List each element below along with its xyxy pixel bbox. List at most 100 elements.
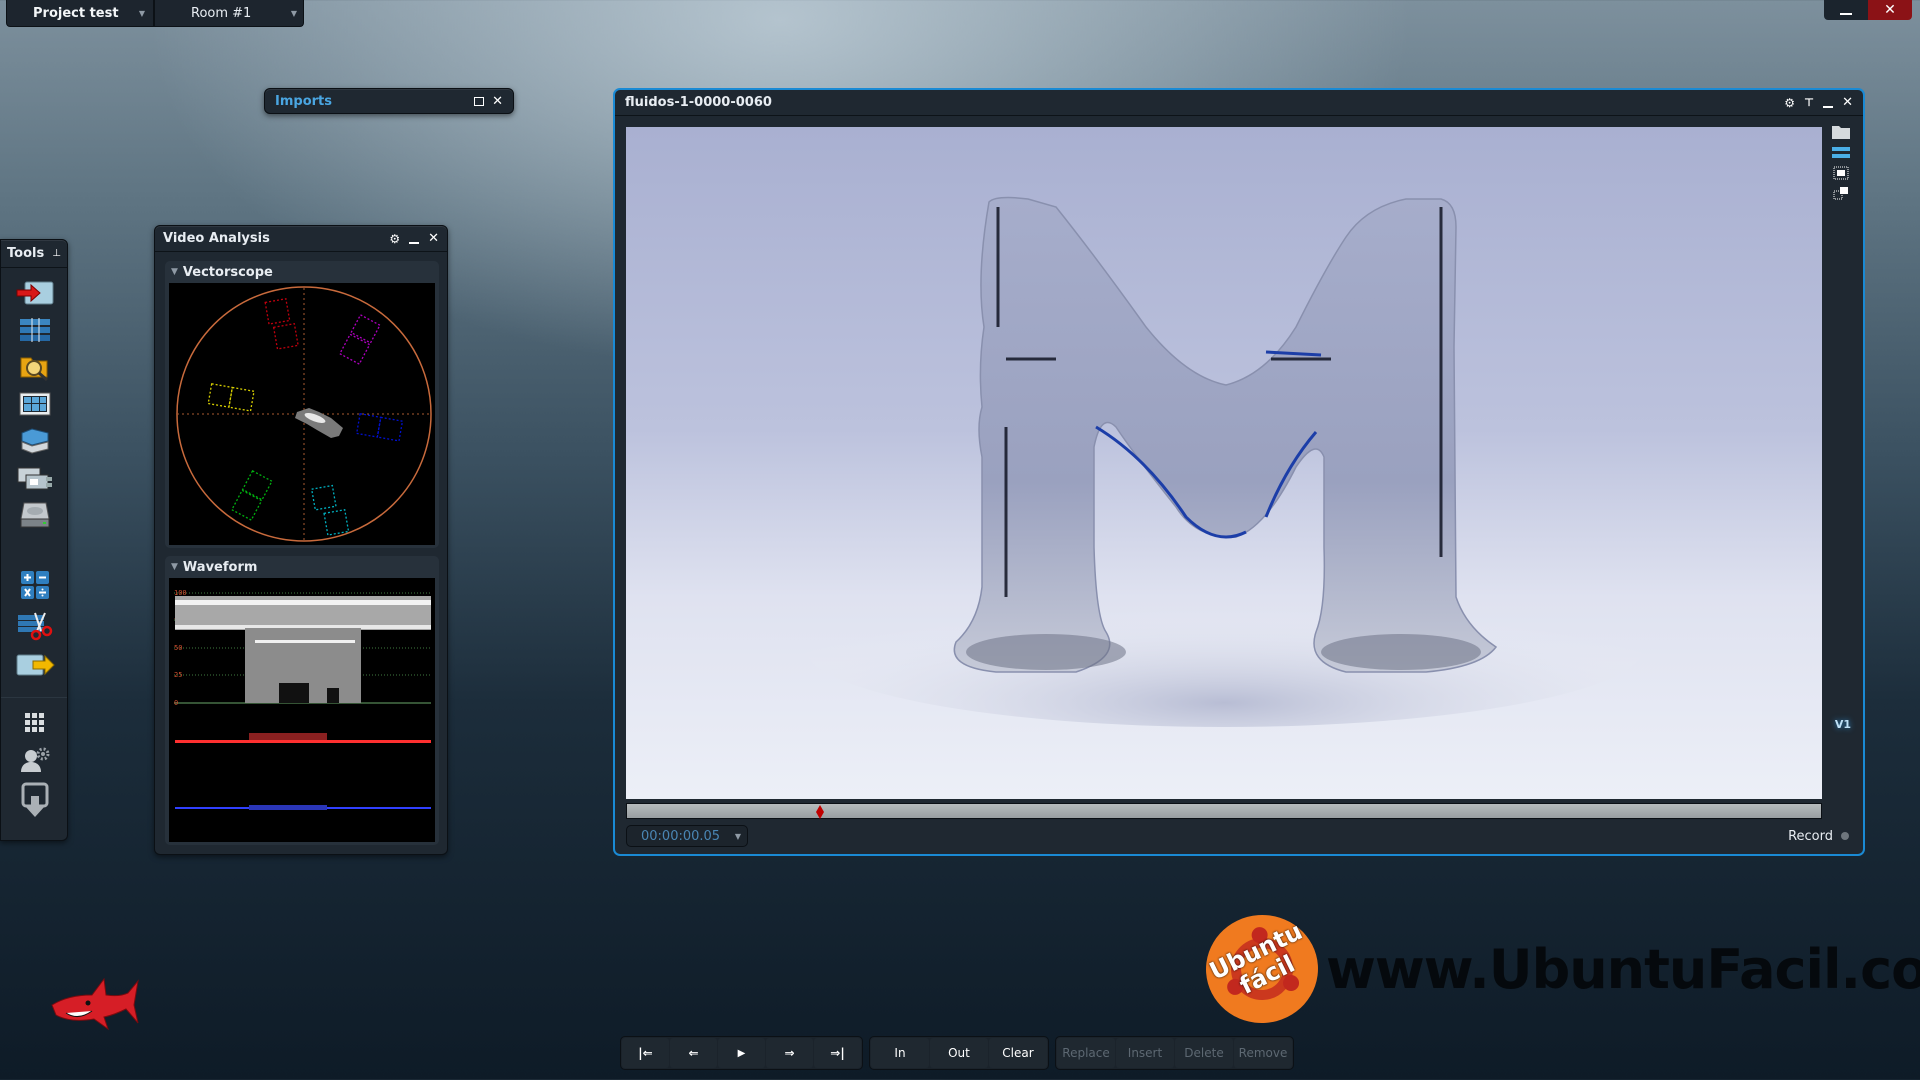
export-clip-icon [16,654,55,675]
collapse-triangle-icon: ▼ [171,562,178,572]
tool-disk-drive[interactable] [1,496,69,533]
go-to-start-button[interactable]: |⇐ [622,1038,669,1068]
minimize-icon[interactable] [1823,105,1834,108]
waveform-header[interactable]: ▼ Waveform [165,556,439,578]
capture-devices-icon [17,467,52,489]
waveform-title: Waveform [182,559,258,575]
storyboard-grid-icon [19,392,51,415]
go-to-end-button[interactable]: ⇒| [814,1038,861,1068]
pin-icon[interactable]: ⊤ [1804,96,1814,109]
imports-panel: Imports ✕ [264,88,514,114]
timecode-field[interactable]: 00:00:00.05 ▼ [626,825,748,847]
timeline-scrubber[interactable] [626,803,1822,819]
pin-icon[interactable]: ⊥ [52,248,61,259]
watermark: Ubuntu fácil www.UbuntuFacil.com [1202,911,1920,1027]
video-analysis-title: Video Analysis [163,231,270,246]
tool-calculator[interactable] [1,566,69,603]
close-icon[interactable]: ✕ [492,94,503,109]
maximize-icon[interactable] [474,96,485,106]
tool-timeline-bins[interactable] [1,311,69,348]
video-analysis-panel: Video Analysis ⚙ ✕ ▼ Vectorscope ▼ Wavef… [154,225,448,855]
remove-button[interactable]: Remove [1234,1038,1292,1068]
tool-browse-search[interactable] [1,348,69,385]
vectorscope-target-red [264,298,299,350]
close-icon[interactable]: ✕ [1842,95,1853,110]
room-select[interactable]: Room #1 ▼ [154,0,304,27]
storage-stack-icon [21,427,49,454]
imports-title: Imports [275,93,332,109]
close-icon[interactable]: ✕ [428,231,439,246]
transport-bar: |⇐ ⇐ ▶ ⇒ ⇒| In Out Clear Replace Insert … [620,1036,1294,1070]
vectorscope-header[interactable]: ▼ Vectorscope [165,261,439,283]
overlay-icon[interactable] [1833,186,1849,200]
user-settings-icon [21,747,50,772]
waveform-display: 100 75 50 25 0 [169,578,435,842]
playhead-marker[interactable] [816,805,825,819]
project-select[interactable]: Project test ▼ [6,0,154,27]
video-frame[interactable] [626,127,1822,799]
tool-cut-edit[interactable] [1,607,69,644]
close-button[interactable]: ✕ [1868,0,1912,20]
folder-search-icon [20,357,48,381]
mark-in-button[interactable]: In [871,1038,929,1068]
vectorscope-title: Vectorscope [182,264,273,280]
replace-button[interactable]: Replace [1057,1038,1115,1068]
layers-icon[interactable] [1831,146,1851,160]
minimize-button[interactable] [1824,0,1868,20]
viewer-window: fluidos-1-0000-0060 ⚙ ⊤ ✕ V1 00:00:00.05… [613,88,1865,856]
timeline-bins-icon [20,317,50,342]
minimize-icon[interactable] [409,241,420,244]
vectorscope-target-green [230,470,273,521]
tool-user-settings[interactable] [1,741,69,778]
clear-marks-button[interactable]: Clear [989,1038,1047,1068]
settings-gear-icon[interactable]: ⚙ [389,232,400,246]
record-toggle[interactable]: Record [1788,825,1849,847]
calculator-icon [21,570,49,599]
step-back-button[interactable]: ⇐ [670,1038,717,1068]
waveform-scale-label: 25 [174,671,182,679]
chevron-down-icon: ▼ [734,831,741,841]
tool-storage-stack[interactable] [1,422,69,459]
transport-edit-group: Replace Insert Delete Remove [1055,1036,1294,1070]
vectorscope-trace [295,408,343,438]
tool-grid-view[interactable] [1,704,69,741]
insert-button[interactable]: Insert [1116,1038,1174,1068]
vectorscope-display [169,283,435,545]
tool-export-clip[interactable] [1,646,69,683]
vectorscope-target-blue [355,412,404,442]
record-indicator-icon [1841,832,1849,840]
watermark-url: www.UbuntuFacil.com [1326,937,1920,1001]
waveform-luma-trace [175,596,431,703]
tool-import-clip[interactable] [1,274,69,311]
ubuntu-facil-logo: Ubuntu fácil [1202,911,1322,1027]
delete-button[interactable]: Delete [1175,1038,1233,1068]
play-icon: ▶ [737,1047,746,1059]
viewer-title: fluidos-1-0000-0060 [625,95,772,110]
step-forward-button[interactable]: ⇒ [766,1038,813,1068]
waveform-scale-label: 100 [174,589,187,597]
waveform-red-trace [175,733,431,743]
tool-download-output[interactable] [1,778,69,822]
vectorscope-target-yellow [207,383,255,412]
video-content-letter-m [804,196,1644,727]
shark-icon [51,977,139,1031]
safe-area-icon[interactable] [1833,166,1849,180]
mark-out-button[interactable]: Out [930,1038,988,1068]
window-controls: ✕ [1824,0,1912,20]
tool-capture-devices[interactable] [1,459,69,496]
shark-logo [48,975,140,1035]
transport-marks-group: In Out Clear [869,1036,1049,1070]
track-label-v1[interactable]: V1 [1835,718,1851,731]
chevron-down-icon: ▼ [138,8,145,18]
project-bar: Project test ▼ Room #1 ▼ [6,0,304,27]
tools-panel: Tools ⊥ [0,239,68,841]
chevron-down-icon: ▼ [290,8,297,18]
settings-gear-icon[interactable]: ⚙ [1784,96,1795,110]
folder-icon[interactable] [1831,124,1851,140]
tool-storyboard-grid[interactable] [1,385,69,422]
go-to-start-icon: |⇐ [638,1046,653,1060]
close-icon: ✕ [1884,2,1896,18]
play-button[interactable]: ▶ [718,1038,765,1068]
vectorscope-graph [176,286,432,542]
vectorscope-target-cyan [310,484,350,536]
